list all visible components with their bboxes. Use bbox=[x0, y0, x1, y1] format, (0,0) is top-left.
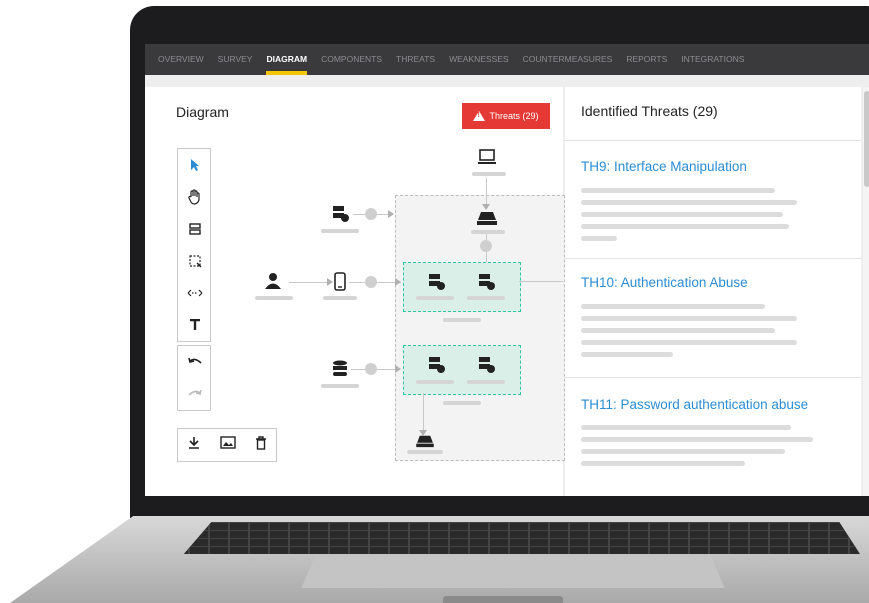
server-node-icon[interactable] bbox=[478, 356, 496, 374]
redo-icon[interactable] bbox=[178, 378, 212, 410]
server-node-label bbox=[416, 296, 454, 300]
threats-button-label: Threats (29) bbox=[489, 111, 539, 121]
laptop-notch bbox=[443, 596, 563, 603]
divider bbox=[565, 377, 861, 378]
user-node-label bbox=[255, 296, 293, 300]
group-label bbox=[443, 401, 481, 405]
tab-reports[interactable]: REPORTS bbox=[626, 44, 667, 75]
connector-icon[interactable] bbox=[178, 277, 212, 309]
server-node-label bbox=[467, 296, 505, 300]
placeholder-line bbox=[581, 212, 783, 217]
placeholder-line bbox=[581, 224, 789, 229]
connector-dot bbox=[480, 240, 492, 252]
connector-dot bbox=[365, 208, 377, 220]
history-group bbox=[177, 345, 211, 411]
mobile-node-icon[interactable] bbox=[334, 272, 346, 291]
diagram-toolbar bbox=[177, 148, 211, 411]
app-screen: OVERVIEW SURVEY DIAGRAM COMPONENTS THREA… bbox=[145, 44, 869, 496]
placeholder-line bbox=[581, 449, 785, 454]
placeholder-line bbox=[581, 328, 775, 333]
gateway-node-icon[interactable] bbox=[415, 434, 435, 448]
server-node-label bbox=[321, 229, 359, 233]
arrow-icon bbox=[327, 278, 333, 286]
threat-link-th9[interactable]: TH9: Interface Manipulation bbox=[581, 159, 747, 174]
connector-line bbox=[423, 393, 424, 433]
database-node-label bbox=[321, 384, 359, 388]
select-region-icon[interactable] bbox=[178, 245, 212, 277]
trash-icon[interactable] bbox=[255, 435, 267, 455]
divider bbox=[565, 258, 861, 259]
threat-link-th10[interactable]: TH10: Authentication Abuse bbox=[581, 275, 748, 290]
laptop-trackpad bbox=[301, 556, 725, 588]
connector-line bbox=[289, 282, 329, 283]
image-icon[interactable] bbox=[220, 436, 236, 454]
placeholder-line bbox=[581, 352, 673, 357]
placeholder-line bbox=[581, 316, 797, 321]
threat-link-th11[interactable]: TH11: Password authentication abuse bbox=[581, 397, 808, 412]
placeholder-line bbox=[581, 340, 797, 345]
tab-overview[interactable]: OVERVIEW bbox=[158, 44, 204, 75]
export-toolbar bbox=[177, 428, 277, 462]
server-node-icon[interactable] bbox=[478, 273, 496, 291]
trust-boundary[interactable] bbox=[395, 195, 565, 461]
laptop-node-label bbox=[472, 172, 506, 176]
server-node-label bbox=[467, 380, 505, 384]
hand-icon[interactable] bbox=[178, 181, 212, 213]
group-label bbox=[443, 318, 481, 322]
threats-button[interactable]: Threats (29) bbox=[462, 103, 550, 129]
download-icon[interactable] bbox=[187, 436, 201, 455]
database-node-icon[interactable] bbox=[332, 360, 348, 378]
tab-survey[interactable]: SURVEY bbox=[218, 44, 253, 75]
laptop-keyboard bbox=[183, 522, 860, 554]
connector-line bbox=[486, 178, 487, 206]
server-icon[interactable] bbox=[178, 213, 212, 245]
component-group[interactable] bbox=[403, 262, 521, 312]
connector-dot bbox=[365, 363, 377, 375]
text-icon[interactable] bbox=[178, 309, 212, 341]
placeholder-line bbox=[581, 188, 775, 193]
placeholder-line bbox=[581, 461, 745, 466]
top-nav: OVERVIEW SURVEY DIAGRAM COMPONENTS THREA… bbox=[145, 44, 869, 75]
undo-icon[interactable] bbox=[178, 346, 212, 378]
placeholder-line bbox=[581, 304, 765, 309]
arrow-icon bbox=[388, 210, 394, 218]
threats-panel: Identified Threats (29) TH9: Interface M… bbox=[565, 87, 861, 496]
arrow-icon bbox=[395, 365, 401, 373]
gateway-node-label bbox=[407, 450, 443, 454]
diagram-title: Diagram bbox=[176, 104, 229, 120]
server-node-icon[interactable] bbox=[428, 356, 446, 374]
tool-group bbox=[177, 148, 211, 342]
warning-icon bbox=[473, 111, 486, 121]
tab-components[interactable]: COMPONENTS bbox=[321, 44, 382, 75]
laptop-node-icon[interactable] bbox=[477, 148, 497, 166]
tab-countermeasures[interactable]: COUNTERMEASURES bbox=[523, 44, 613, 75]
mobile-node-label bbox=[323, 296, 357, 300]
tab-weaknesses[interactable]: WEAKNESSES bbox=[449, 44, 509, 75]
server-node-icon[interactable] bbox=[428, 273, 446, 291]
pointer-icon[interactable] bbox=[178, 149, 212, 181]
gateway-node-label bbox=[471, 230, 505, 234]
tab-threats[interactable]: THREATS bbox=[396, 44, 435, 75]
placeholder-line bbox=[581, 437, 813, 442]
arrow-icon bbox=[395, 278, 401, 286]
threats-panel-title: Identified Threats (29) bbox=[581, 103, 718, 119]
user-node-icon[interactable] bbox=[263, 272, 283, 290]
placeholder-line bbox=[581, 200, 797, 205]
component-group[interactable] bbox=[403, 345, 521, 395]
divider bbox=[565, 140, 861, 141]
tab-integrations[interactable]: INTEGRATIONS bbox=[681, 44, 744, 75]
server-node-label bbox=[416, 380, 454, 384]
threats-scrollbar[interactable] bbox=[863, 87, 869, 496]
connector-dot bbox=[365, 276, 377, 288]
scrollbar-thumb[interactable] bbox=[864, 91, 869, 187]
tab-diagram[interactable]: DIAGRAM bbox=[266, 44, 307, 75]
gateway-node-icon[interactable] bbox=[476, 210, 498, 226]
placeholder-line bbox=[581, 236, 617, 241]
placeholder-line bbox=[581, 425, 791, 430]
connector-line bbox=[519, 281, 563, 282]
server-node-icon[interactable] bbox=[332, 205, 350, 223]
